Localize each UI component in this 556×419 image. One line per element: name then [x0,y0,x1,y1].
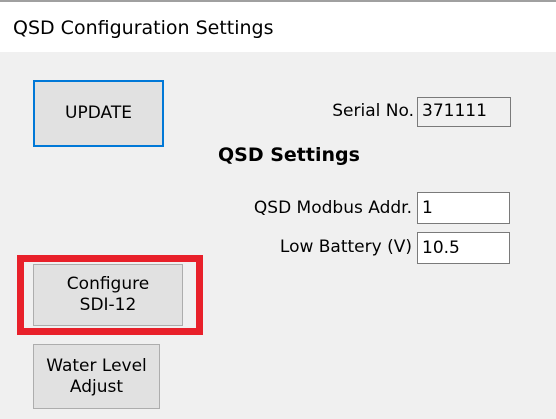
low-battery-input[interactable] [417,232,510,264]
configure-sdi12-label: Configure SDI-12 [66,274,150,315]
serial-number-label: Serial No. [332,101,414,121]
serial-number-text: 371111 [422,101,487,121]
title-bar: QSD Configuration Settings [0,2,556,52]
configure-sdi12-button[interactable]: Configure SDI-12 [33,264,183,326]
serial-number-value: 371111 [417,97,511,127]
water-level-adjust-label: Water Level Adjust [46,355,147,397]
qsd-settings-heading: QSD Settings [218,144,360,166]
water-level-adjust-button[interactable]: Water Level Adjust [33,344,160,409]
update-button[interactable]: UPDATE [33,80,164,147]
modbus-address-input[interactable] [417,192,510,224]
low-battery-label: Low Battery (V) [279,237,412,257]
modbus-address-label: QSD Modbus Addr. [253,198,412,218]
update-button-label: UPDATE [65,103,132,123]
settings-panel: UPDATE Serial No. 371111 QSD Settings QS… [0,52,556,419]
window-title: QSD Configuration Settings [13,17,274,39]
